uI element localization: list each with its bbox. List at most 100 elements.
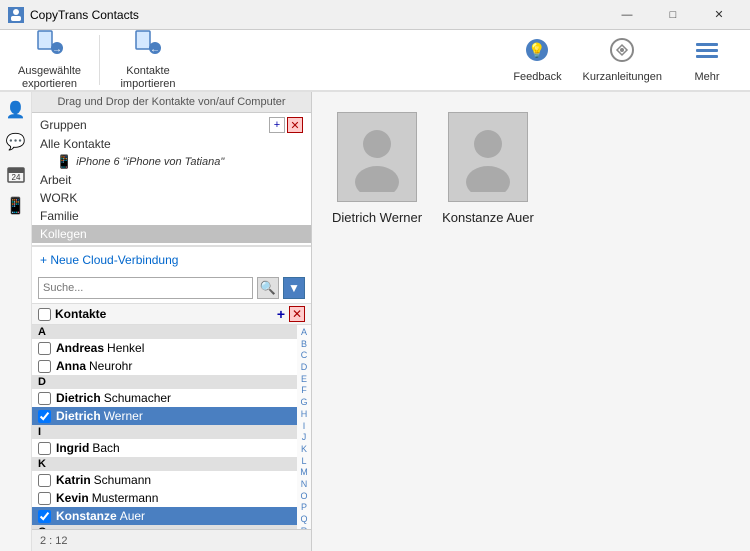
filter-button[interactable]: ▼ — [283, 277, 305, 299]
alpha-letter[interactable]: P — [301, 502, 307, 514]
contact-last-name: Schumann — [94, 473, 151, 487]
add-group-button[interactable]: + — [269, 117, 285, 133]
contact-section-header: D — [32, 375, 297, 389]
contact-avatar — [448, 112, 528, 202]
contact-checkbox[interactable] — [38, 474, 51, 487]
main-area: 👤 💬 24 📱 Drag und Drop der Kontakte von/… — [0, 92, 750, 551]
toolbar: → Ausgewählteexportieren ← Kontakteimpor… — [0, 30, 750, 92]
contact-card[interactable]: Konstanze Auer — [442, 112, 534, 225]
contact-row[interactable]: AnnaNeurohr — [32, 357, 297, 375]
contacts-list-label: Kontakte — [55, 307, 277, 321]
contact-row[interactable]: KatrinSchumann — [32, 471, 297, 489]
shortcuts-label: Kurzanleitungen — [582, 71, 662, 83]
contact-avatar — [337, 112, 417, 202]
alpha-letter[interactable]: F — [301, 385, 307, 397]
contact-checkbox[interactable] — [38, 492, 51, 505]
content-area: Dietrich Werner Konstanze Auer — [312, 92, 750, 551]
contact-last-name: Auer — [120, 509, 145, 523]
more-button[interactable]: Mehr — [672, 33, 742, 87]
contact-card-name: Dietrich Werner — [332, 210, 422, 225]
alpha-letter[interactable]: I — [303, 421, 306, 433]
contact-last-name: Henkel — [107, 341, 144, 355]
search-button[interactable]: 🔍 — [257, 277, 279, 299]
iphone-item[interactable]: 📱 iPhone 6 "iPhone von Tatiana" — [32, 153, 311, 171]
nav-icons: 👤 💬 24 📱 — [0, 92, 32, 551]
sidebar-content: Drag und Drop der Kontakte von/auf Compu… — [32, 92, 311, 551]
alpha-letter[interactable]: Q — [300, 514, 307, 526]
tree-group-item[interactable]: Kollegen — [32, 225, 311, 243]
search-area: 🔍 ▼ — [32, 273, 311, 304]
contact-section-header: K — [32, 457, 297, 471]
contact-checkbox[interactable] — [38, 342, 51, 355]
cloud-connection-button[interactable]: + Neue Cloud-Verbindung — [32, 246, 311, 273]
alpha-letter[interactable]: G — [300, 397, 307, 409]
messages-nav[interactable]: 💬 — [2, 128, 30, 156]
contact-row[interactable]: IngridBach — [32, 439, 297, 457]
contact-first-name: Konstanze — [56, 509, 117, 523]
calendar-nav[interactable]: 24 — [2, 160, 30, 188]
export-button[interactable]: → Ausgewählteexportieren — [8, 25, 91, 95]
contact-row[interactable]: DietrichWerner — [32, 407, 297, 425]
alpha-letter[interactable]: E — [301, 374, 307, 386]
contact-row[interactable]: KonstanzeAuer — [32, 507, 297, 525]
more-icon — [694, 37, 720, 69]
svg-text:24: 24 — [11, 173, 20, 182]
contacts-nav[interactable]: 👤 — [2, 96, 30, 124]
shortcuts-icon — [609, 37, 635, 69]
contact-checkbox[interactable] — [38, 442, 51, 455]
contact-checkbox[interactable] — [38, 510, 51, 523]
contact-first-name: Dietrich — [56, 391, 101, 405]
contact-card-name: Konstanze Auer — [442, 210, 534, 225]
contact-row[interactable]: AndreasHenkel — [32, 339, 297, 357]
alpha-letter[interactable]: K — [301, 444, 307, 456]
contact-section-header: I — [32, 425, 297, 439]
del-group-button[interactable]: ✕ — [287, 117, 303, 133]
tree-group-item[interactable]: Arbeit — [32, 171, 311, 189]
alpha-index[interactable]: ABCDEFGHIJKLMNOPQRSTUVWXYZ# — [297, 325, 311, 529]
alpha-letter[interactable]: J — [302, 432, 307, 444]
select-all-checkbox[interactable] — [38, 308, 51, 321]
contact-card[interactable]: Dietrich Werner — [332, 112, 422, 225]
contact-cards: Dietrich Werner Konstanze Auer — [312, 92, 750, 551]
sidebar: Drag und Drop der Kontakte von/auf Compu… — [32, 92, 312, 551]
maximize-button[interactable]: □ — [650, 0, 696, 30]
add-contact-button[interactable]: + — [277, 306, 285, 322]
tree-group-item[interactable]: Familie — [32, 207, 311, 225]
all-contacts-item[interactable]: Alle Kontakte — [32, 135, 311, 153]
alpha-letter[interactable]: D — [301, 362, 308, 374]
contact-first-name: Andreas — [56, 341, 104, 355]
contact-first-name: Katrin — [56, 473, 91, 487]
svg-text:→: → — [52, 44, 62, 55]
contact-row[interactable]: KevinMustermann — [32, 489, 297, 507]
groups-header: Gruppen + ✕ — [32, 115, 311, 135]
import-button[interactable]: ← Kontakteimportieren — [108, 25, 188, 95]
minimize-button[interactable]: — — [604, 0, 650, 30]
alpha-letter[interactable]: L — [301, 456, 306, 468]
contact-last-name: Mustermann — [92, 491, 159, 505]
alpha-letter[interactable]: M — [300, 467, 308, 479]
contact-list-wrapper: AAndreasHenkelAnnaNeurohrDDietrichSchuma… — [32, 325, 311, 529]
contact-list-header: Kontakte + ✕ — [32, 304, 311, 325]
contact-row[interactable]: DietrichSchumacher — [32, 389, 297, 407]
device-nav[interactable]: 📱 — [2, 192, 30, 220]
alpha-letter[interactable]: A — [301, 327, 307, 339]
shortcuts-button[interactable]: Kurzanleitungen — [574, 33, 670, 87]
search-input[interactable] — [38, 277, 253, 299]
contact-checkbox[interactable] — [38, 392, 51, 405]
alpha-letter[interactable]: B — [301, 339, 307, 351]
contact-first-name: Anna — [56, 359, 86, 373]
more-label: Mehr — [694, 71, 719, 83]
svg-text:←: ← — [150, 44, 160, 55]
delete-contact-button[interactable]: ✕ — [289, 306, 305, 322]
alpha-letter[interactable]: H — [301, 409, 308, 421]
close-button[interactable]: ✕ — [696, 0, 742, 30]
contact-checkbox[interactable] — [38, 360, 51, 373]
feedback-button[interactable]: 💡 Feedback — [502, 33, 572, 87]
alpha-letter[interactable]: C — [301, 350, 308, 362]
alpha-letter[interactable]: N — [301, 479, 308, 491]
import-label: Kontakteimportieren — [120, 65, 175, 91]
contact-last-name: Bach — [92, 441, 119, 455]
tree-group-item[interactable]: WORK — [32, 189, 311, 207]
alpha-letter[interactable]: O — [300, 491, 307, 503]
contact-checkbox[interactable] — [38, 410, 51, 423]
